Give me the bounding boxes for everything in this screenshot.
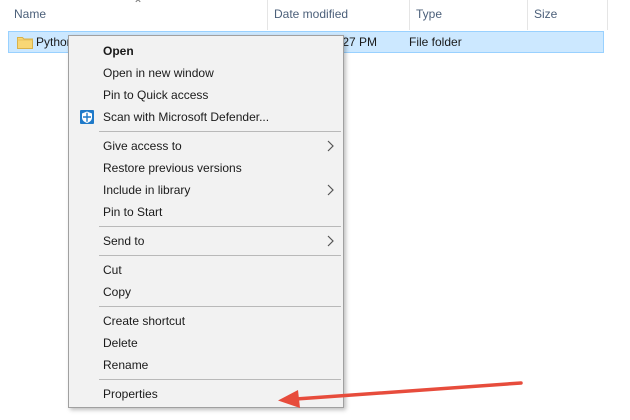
menu-item-label: Copy (103, 285, 132, 299)
menu-item-delete[interactable]: Delete (71, 332, 341, 354)
menu-item-create-shortcut[interactable]: Create shortcut (71, 310, 341, 332)
file-type: File folder (409, 35, 462, 49)
menu-item-label: Send to (103, 234, 145, 248)
file-date-modified: :27 PM (339, 35, 378, 49)
menu-item-label: Open (103, 44, 134, 58)
menu-item-label: Properties (103, 387, 158, 401)
menu-item-label: Open in new window (103, 66, 214, 80)
menu-separator (99, 379, 341, 380)
menu-item-pin-to-quick-access[interactable]: Pin to Quick access (71, 84, 341, 106)
menu-separator (99, 306, 341, 307)
menu-item-label: Restore previous versions (103, 161, 242, 175)
column-size-label: Size (534, 7, 558, 21)
menu-item-rename[interactable]: Rename (71, 354, 341, 376)
menu-separator (99, 255, 341, 256)
menu-item-label: Pin to Start (103, 205, 163, 219)
column-date-modified-label: Date modified (274, 7, 349, 21)
chevron-right-icon (327, 235, 334, 247)
context-menu: Open Open in new window Pin to Quick acc… (68, 35, 344, 408)
menu-item-label: Cut (103, 263, 122, 277)
menu-item-scan-with-defender[interactable]: Scan with Microsoft Defender... (71, 106, 341, 128)
column-type-header[interactable]: Type (410, 0, 528, 30)
column-name-header[interactable]: Name (8, 0, 268, 30)
folder-icon (17, 37, 33, 49)
menu-item-open[interactable]: Open (71, 40, 341, 62)
menu-item-label: Give access to (103, 139, 182, 153)
menu-item-label: Create shortcut (103, 314, 186, 328)
chevron-right-icon (327, 184, 334, 196)
column-divider[interactable] (607, 0, 608, 30)
menu-item-label: Pin to Quick access (103, 88, 209, 102)
chevron-right-icon (327, 140, 334, 152)
menu-item-properties[interactable]: Properties (71, 383, 341, 405)
menu-separator (99, 131, 341, 132)
menu-item-label: Rename (103, 358, 149, 372)
menu-item-label: Include in library (103, 183, 191, 197)
menu-item-pin-to-start[interactable]: Pin to Start (71, 201, 341, 223)
menu-item-cut[interactable]: Cut (71, 259, 341, 281)
menu-item-include-in-library[interactable]: Include in library (71, 179, 341, 201)
menu-item-send-to[interactable]: Send to (71, 230, 341, 252)
column-type-label: Type (416, 7, 443, 21)
column-date-modified-header[interactable]: Date modified (268, 0, 410, 30)
defender-shield-icon (80, 110, 94, 124)
menu-item-label: Delete (103, 336, 138, 350)
menu-item-label: Scan with Microsoft Defender... (103, 110, 270, 124)
menu-separator (99, 226, 341, 227)
menu-item-copy[interactable]: Copy (71, 281, 341, 303)
menu-item-restore-previous-versions[interactable]: Restore previous versions (71, 157, 341, 179)
column-size-header[interactable]: Size (528, 0, 608, 30)
column-name-label: Name (14, 7, 47, 21)
menu-item-give-access-to[interactable]: Give access to (71, 135, 341, 157)
column-header: ⌃ Name Date modified Type Size (0, 0, 610, 30)
menu-item-open-in-new-window[interactable]: Open in new window (71, 62, 341, 84)
